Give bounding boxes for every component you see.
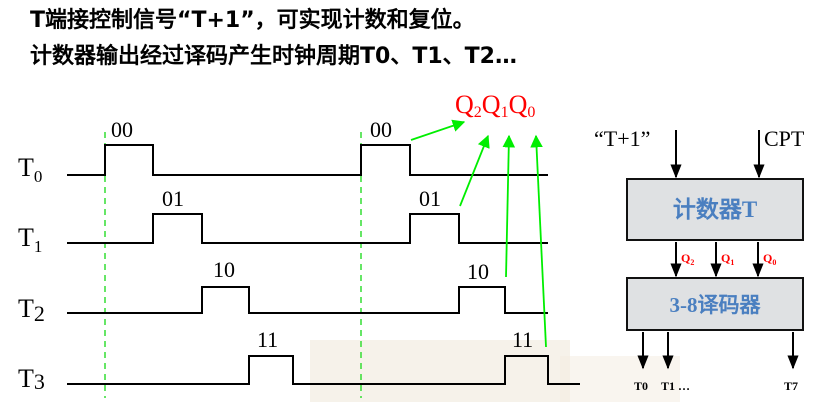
waveform-t1: [67, 213, 548, 244]
q2-small-label: Q2: [681, 251, 694, 267]
row-label-t1: T1: [18, 223, 42, 256]
q0-small-label: Q0: [763, 251, 776, 267]
decoder-label: 3-8译码器: [670, 293, 762, 317]
q-label-q2: Q: [455, 90, 474, 119]
green-arrow-from-t1: [459, 134, 490, 207]
q1-small-label: Q1: [721, 251, 734, 267]
code-label-t1-b: 01: [419, 186, 441, 211]
q-label-q0: Q: [509, 90, 528, 119]
code-label-t0-a: 00: [111, 117, 133, 142]
input-t-plus-1-label: “T+1”: [594, 126, 650, 151]
output-t0-label: T0: [634, 379, 648, 393]
input-cpt-label: CPT: [764, 126, 805, 151]
row-label-t1-letter: T: [18, 223, 34, 252]
row-label-t2-sub: 2: [34, 301, 45, 326]
waveform-t0: [67, 144, 548, 176]
row-label-t0-letter: T: [18, 153, 34, 182]
code-label-t3-b: 11: [512, 327, 533, 352]
code-label-t0-b: 00: [370, 117, 392, 142]
row-label-t2: T2: [18, 294, 45, 326]
row-label-t0-sub: 0: [34, 167, 43, 186]
q0-small-letter: Q: [763, 251, 772, 265]
waveform-t3: [67, 355, 580, 385]
code-label-t1-a: 01: [162, 186, 184, 211]
q-label-q1: Q: [482, 90, 501, 119]
row-label-t3: T3: [18, 364, 45, 394]
green-arrow-from-t0: [410, 119, 466, 141]
green-arrow-from-t3: [530, 134, 547, 348]
row-label-t3-sub: 3: [34, 369, 45, 394]
q1-small-letter: Q: [721, 251, 730, 265]
green-arrow-from-t2: [502, 134, 516, 278]
q2-small-sub: 2: [690, 258, 694, 267]
q0-small-sub: 0: [772, 258, 776, 267]
row-label-t1-sub: 1: [34, 237, 43, 256]
q-label-q1-sub: 1: [501, 104, 509, 121]
q2-small-letter: Q: [681, 251, 690, 265]
row-label-t3-letter: T: [18, 364, 34, 393]
row-label-t0: T0: [18, 153, 42, 186]
q-label-red: Q2Q1Q0: [455, 90, 535, 121]
q-label-q2-sub: 2: [474, 104, 482, 121]
timing-diagram: T0 00 00 T1 01 01 T2 10 10 T3 11 11 Q2Q1…: [18, 90, 805, 398]
counter-label: 计数器T: [673, 197, 757, 222]
output-t1-label: T1 …: [661, 379, 690, 393]
row-label-t2-letter: T: [18, 294, 34, 323]
waveform-t2: [67, 286, 548, 314]
code-label-t2-a: 10: [213, 257, 235, 282]
code-label-t3-a: 11: [257, 327, 278, 352]
output-t7-label: T7: [784, 379, 798, 393]
code-label-t2-b: 10: [467, 259, 489, 284]
q1-small-sub: 1: [730, 258, 734, 267]
q-label-q0-sub: 0: [527, 104, 535, 121]
